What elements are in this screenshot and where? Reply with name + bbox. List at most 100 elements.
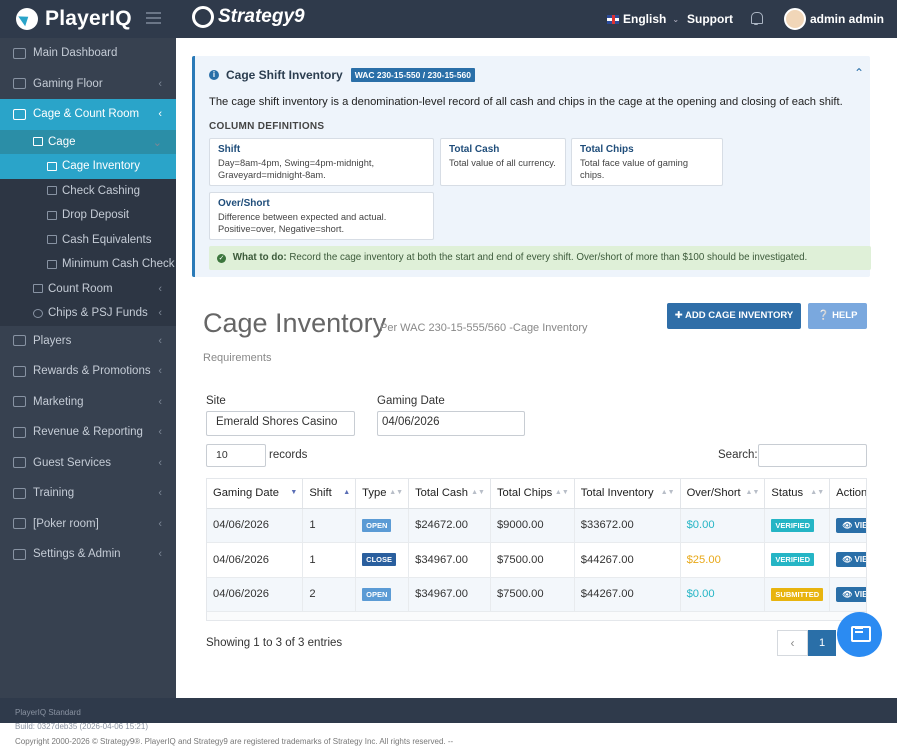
sidebar-item-rewards-promotions[interactable]: Rewards & Promotions ‹: [0, 356, 176, 387]
table-row: 04/06/2026 2 OPEN $34967.00 $7500.00 $44…: [207, 577, 867, 612]
chevron-left-icon: ‹: [158, 426, 162, 438]
add-button-label: ADD CAGE INVENTORY: [685, 310, 794, 321]
user-icon: [13, 335, 26, 347]
sidebar-item-players[interactable]: Players ‹: [0, 326, 176, 357]
bell-icon[interactable]: [750, 12, 763, 25]
column-header-total-cash[interactable]: Total Cash ▲▼: [408, 479, 491, 509]
sidebar-item-poker-room[interactable]: [Poker room] ‹: [0, 509, 176, 540]
cell-total-chips: $7500.00: [490, 577, 575, 612]
column-header-total-inventory[interactable]: Total Inventory ▲▼: [574, 479, 681, 509]
page-subtitle-continued: Requirements: [203, 352, 272, 364]
table-info: Showing 1 to 3 of 3 entries: [206, 637, 343, 649]
header-label: Gaming Date: [213, 487, 279, 500]
sidebar-item-drop-deposit[interactable]: Drop Deposit: [0, 203, 176, 228]
header-label: Status: [771, 487, 804, 500]
menu-toggle-icon[interactable]: [146, 12, 161, 24]
sort-icon: ▲▼: [471, 489, 485, 496]
what-to-do-text: Record the cage inventory at both the st…: [289, 252, 808, 263]
column-header-gaming-date[interactable]: Gaming Date ▼: [207, 479, 304, 509]
chat-widget-icon[interactable]: [837, 612, 882, 657]
chevron-down-icon: ⌄: [672, 14, 680, 24]
brand-name: Strategy9: [218, 6, 305, 27]
strategy9-logo: Strategy9: [192, 6, 305, 28]
calculator-icon: [33, 284, 43, 294]
sidebar-item-label: Training: [33, 487, 75, 500]
definition-term: Shift: [218, 144, 241, 155]
page-length-select[interactable]: 10: [206, 444, 266, 467]
column-header-over-short[interactable]: Over/Short ▲▼: [680, 479, 766, 509]
table-icon: [13, 78, 26, 90]
sidebar-item-label: Count Room: [48, 282, 113, 295]
view-button-label: VIEW: [854, 555, 867, 565]
cell-status: SUBMITTED: [764, 577, 831, 612]
sidebar-item-cash-equivalents[interactable]: Cash Equivalents: [0, 227, 176, 252]
view-button-label: VIEW: [854, 589, 867, 599]
money-icon: [47, 186, 57, 196]
chevron-left-icon: ‹: [158, 307, 162, 319]
sidebar-item-cage[interactable]: Cage ⌄: [0, 129, 176, 154]
status-badge: VERIFIED: [771, 553, 814, 567]
megaphone-icon: [13, 396, 26, 408]
help-button[interactable]: ❔ HELP: [808, 303, 867, 329]
sort-icon: ▲▼: [389, 489, 404, 496]
definition-text: Day=8am-4pm, Swing=4pm-midnight, Graveya…: [218, 158, 375, 180]
sidebar-item-chips-funds[interactable]: Chips & PSJ Funds ‹: [0, 301, 176, 326]
search-input[interactable]: [758, 444, 867, 467]
site-select[interactable]: Emerald Shores Casino: [206, 411, 355, 436]
header-label: Action: [836, 487, 867, 500]
pagination-prev-button[interactable]: ‹: [777, 630, 808, 656]
checkbox-icon: [47, 259, 57, 269]
view-button[interactable]: 👁 VIEW: [836, 517, 866, 533]
cell-type: CLOSE: [355, 542, 410, 578]
sidebar-item-main-dashboard[interactable]: Main Dashboard: [0, 38, 176, 69]
sidebar-item-settings-admin[interactable]: Settings & Admin ‹: [0, 539, 176, 570]
chevron-up-icon[interactable]: ⌃: [854, 66, 864, 80]
info-panel-header[interactable]: i Cage Shift Inventory WAC 230-15-550 / …: [209, 68, 475, 82]
chevron-left-icon: ‹: [158, 548, 162, 560]
strategy9-logo-icon: [192, 6, 214, 28]
sidebar-item-label: [Poker room]: [33, 517, 99, 530]
header-label: Type: [362, 487, 387, 500]
view-button[interactable]: 👁 VIEW: [836, 552, 867, 568]
sidebar-item-check-cashing[interactable]: Check Cashing: [0, 178, 176, 203]
sidebar-item-count-room[interactable]: Count Room ‹: [0, 276, 176, 301]
language-selector[interactable]: English ⌄: [607, 12, 679, 26]
sidebar-item-cage-count-room[interactable]: Cage & Count Room ‹: [0, 99, 176, 130]
type-badge: OPEN: [362, 518, 392, 532]
help-button-label: HELP: [832, 310, 858, 321]
sidebar-item-cage-inventory[interactable]: Cage Inventory: [0, 154, 176, 179]
cell-total-cash: $24672.00: [408, 508, 491, 543]
column-header-shift[interactable]: Shift ▲: [302, 479, 357, 509]
cell-action: 👁 VIEW: [829, 577, 867, 612]
copyright-text: Copyright 2000-2026 © Strategy9®. Player…: [15, 737, 454, 746]
sort-icon: ▲▼: [745, 489, 760, 496]
info-description: The cage shift inventory is a denominati…: [209, 96, 843, 108]
sidebar-item-label: Marketing: [33, 395, 84, 408]
add-cage-inventory-button[interactable]: ✚ ADD CAGE INVENTORY: [667, 303, 801, 329]
column-header-status[interactable]: Status ▲▼: [764, 479, 831, 509]
column-header-type[interactable]: Type ▲▼: [355, 479, 410, 509]
table-row: 04/06/2026 1 OPEN $24672.00 $9000.00 $33…: [207, 508, 866, 543]
sidebar-item-label: Players: [33, 334, 72, 347]
gaming-date-input[interactable]: 04/06/2026: [377, 411, 525, 436]
lock-icon: [47, 161, 57, 171]
pagination-page-1[interactable]: 1: [808, 630, 836, 656]
sidebar-item-marketing[interactable]: Marketing ‹: [0, 387, 176, 418]
column-header-total-chips[interactable]: Total Chips ▲▼: [490, 479, 575, 509]
lock-icon: [33, 137, 43, 147]
header-label: Total Cash: [415, 487, 468, 500]
view-button[interactable]: 👁 VIEW: [836, 586, 867, 602]
sidebar-item-revenue-reporting[interactable]: Revenue & Reporting ‹: [0, 417, 176, 448]
sidebar-item-label: Settings & Admin: [33, 548, 121, 561]
chevron-left-icon: ‹: [158, 334, 162, 347]
sidebar-item-label: Cage Inventory: [62, 160, 140, 173]
cell-gaming-date: 04/06/2026: [207, 508, 304, 543]
sidebar-item-guest-services[interactable]: Guest Services ‹: [0, 448, 176, 479]
sort-asc-icon: ▲: [343, 489, 351, 496]
support-link[interactable]: Support: [687, 12, 733, 26]
sidebar-item-gaming-floor[interactable]: Gaming Floor ‹: [0, 69, 176, 100]
cell-over-short: $0.00: [680, 577, 766, 612]
sidebar-item-training[interactable]: Training ‹: [0, 478, 176, 509]
sidebar-item-minimum-cash-check[interactable]: Minimum Cash Check: [0, 252, 176, 277]
user-menu[interactable]: admin admin: [784, 8, 884, 30]
